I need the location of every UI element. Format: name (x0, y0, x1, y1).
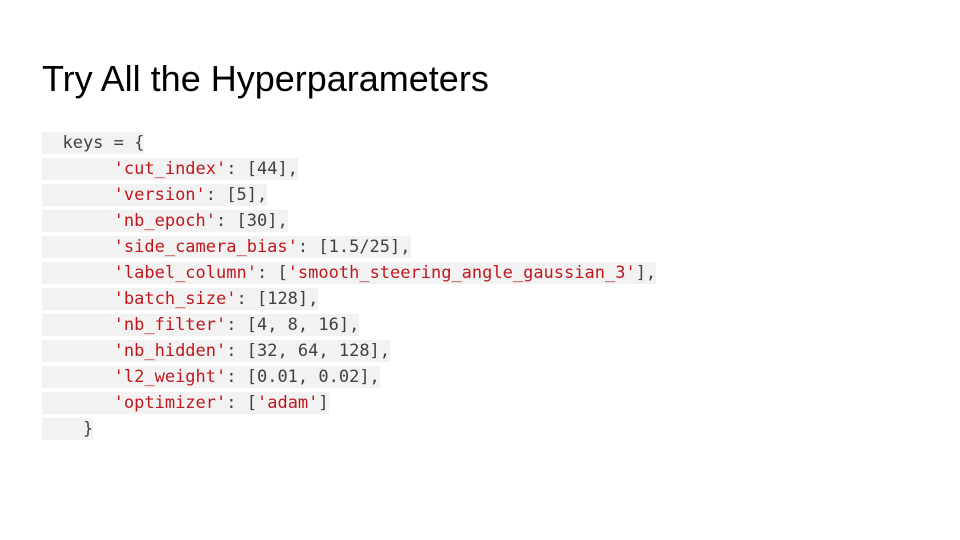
code-key: 'nb_hidden' (113, 341, 227, 361)
code-value: [5], (226, 185, 268, 205)
code-key: 'nb_epoch' (113, 211, 217, 231)
code-keys-open: keys = { (42, 132, 145, 154)
code-entry: 'nb_filter': [4, 8, 16], (42, 314, 360, 336)
code-line-open: keys = { (42, 130, 656, 156)
code-value: [1.5/25], (318, 237, 411, 257)
slide: Try All the Hyperparameters keys = { 'cu… (0, 0, 960, 540)
code-line: 'optimizer': ['adam'] (42, 390, 656, 416)
code-key: 'side_camera_bias' (113, 237, 298, 257)
code-line: 'nb_filter': [4, 8, 16], (42, 312, 656, 338)
code-separator: : (226, 315, 247, 335)
code-line: 'batch_size': [128], (42, 286, 656, 312)
code-line: 'l2_weight': [0.01, 0.02], (42, 364, 656, 390)
code-value: [30], (236, 211, 288, 231)
code-line: 'nb_hidden': [32, 64, 128], (42, 338, 656, 364)
code-entry: 'batch_size': [128], (42, 288, 319, 310)
code-key: 'batch_size' (113, 289, 237, 309)
code-value-suffix: ], (635, 263, 657, 283)
code-value: [4, 8, 16], (246, 315, 360, 335)
code-value-prefix: [ (277, 263, 288, 283)
code-line: 'side_camera_bias': [1.5/25], (42, 234, 656, 260)
code-value-suffix: ] (318, 393, 329, 413)
code-separator: : (226, 393, 247, 413)
slide-title: Try All the Hyperparameters (42, 58, 489, 99)
code-value: [44], (246, 159, 298, 179)
code-line: 'cut_index': [44], (42, 156, 656, 182)
code-key: 'l2_weight' (113, 367, 227, 387)
code-block: keys = { 'cut_index': [44], 'version': [… (42, 130, 657, 442)
code-value-string: 'smooth_steering_angle_gaussian_3' (287, 263, 636, 283)
code-separator: : (226, 159, 247, 179)
code-key: 'label_column' (113, 263, 257, 283)
code-separator: : (226, 341, 247, 361)
code-separator: : (205, 185, 227, 205)
code-line: 'version': [5], (42, 182, 656, 208)
code-entry: 'l2_weight': [0.01, 0.02], (42, 366, 380, 388)
code-entry: 'nb_epoch': [30], (42, 210, 288, 232)
code-key: 'nb_filter' (113, 315, 227, 335)
code-line: 'nb_epoch': [30], (42, 208, 656, 234)
code-key: 'optimizer' (113, 393, 227, 413)
code-entry: 'side_camera_bias': [1.5/25], (42, 236, 411, 258)
code-separator: : (236, 289, 257, 309)
code-key: 'version' (113, 185, 206, 205)
code-entry: 'nb_hidden': [32, 64, 128], (42, 340, 391, 362)
code-separator: : (297, 237, 319, 257)
code-value: [128], (256, 289, 319, 309)
code-separator: : (226, 367, 247, 387)
code-separator: : (256, 263, 278, 283)
code-line: 'label_column': ['smooth_steering_angle_… (42, 260, 657, 286)
code-value: [32, 64, 128], (246, 341, 391, 361)
code-entry: 'optimizer': ['adam'] (42, 392, 329, 414)
code-line-close: } (42, 416, 656, 442)
code-entry: 'cut_index': [44], (42, 158, 298, 180)
code-value-prefix: [ (246, 393, 257, 413)
code-value-string: 'adam' (256, 393, 319, 413)
code-separator: : (216, 211, 237, 231)
code-entry: 'version': [5], (42, 184, 268, 206)
code-keys-close: } (42, 418, 94, 440)
code-key: 'cut_index' (113, 159, 227, 179)
code-value: [0.01, 0.02], (246, 367, 380, 387)
code-entry: 'label_column': ['smooth_steering_angle_… (42, 262, 657, 284)
